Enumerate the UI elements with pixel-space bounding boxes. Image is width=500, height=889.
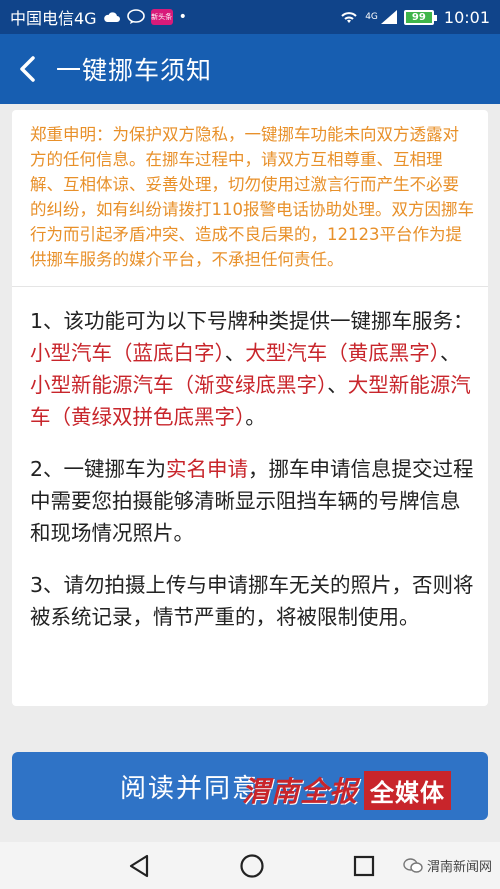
status-bar: 中国电信4G 新头条 • 4G 99 10:01 xyxy=(0,0,500,34)
nav-bar: 渭南新闻网 xyxy=(0,842,500,889)
separator: 、 xyxy=(440,341,461,365)
plate-type-large: 大型汽车（黄底黑字） xyxy=(245,341,440,365)
watermark-logo: 渭南全报 全媒体 xyxy=(242,770,452,810)
back-button[interactable] xyxy=(0,34,56,104)
page-title: 一键挪车须知 xyxy=(56,56,213,85)
separator: 、 xyxy=(224,341,246,365)
rule-1-suffix: 。 xyxy=(245,405,266,429)
divider xyxy=(12,286,488,287)
network-type-label: 4G xyxy=(365,12,378,22)
rule-2: 2、一键挪车为实名申请，挪车申请信息提交过程中需要您拍摄能够清晰显示阻挡车辆的号… xyxy=(30,453,474,549)
wechat-icon xyxy=(403,857,423,873)
square-recent-icon xyxy=(353,855,375,877)
status-left: 中国电信4G 新头条 • xyxy=(10,5,187,29)
carrier-label: 中国电信4G xyxy=(10,9,97,28)
status-right: 4G 99 10:01 xyxy=(339,8,490,27)
real-name-highlight: 实名申请 xyxy=(166,457,249,481)
clock: 10:01 xyxy=(443,7,490,27)
separator: 、 xyxy=(327,373,348,397)
source-watermark: 渭南新闻网 xyxy=(403,856,492,875)
rule-1: 1、该功能可为以下号牌种类提供一键挪车服务：小型汽车（蓝底白字）、大型汽车（黄底… xyxy=(30,305,474,433)
nav-back-button[interactable] xyxy=(123,850,155,882)
nav-home-button[interactable] xyxy=(236,850,268,882)
watermark-box: 全媒体 xyxy=(364,770,452,810)
more-dots-icon: • xyxy=(178,9,187,25)
app-badge-icon: 新头条 xyxy=(150,9,173,25)
watermark-script: 渭南全报 xyxy=(242,775,359,808)
chevron-left-icon xyxy=(20,56,35,82)
wifi-icon xyxy=(339,9,359,25)
rule-1-prefix: 1、该功能可为以下号牌种类提供一键挪车服务： xyxy=(30,309,474,333)
plate-type-small-ev: 小型新能源汽车（渐变绿底黑字） xyxy=(30,373,328,397)
cloud-icon xyxy=(103,10,121,24)
source-label: 渭南新闻网 xyxy=(426,860,492,875)
rule-3: 3、请勿拍摄上传与申请挪车无关的照片，否则将被系统记录，情节严重的，将被限制使用… xyxy=(30,573,474,629)
rule-2-prefix: 2、一键挪车为 xyxy=(30,457,167,481)
battery-icon: 99 xyxy=(403,9,437,25)
plate-type-small: 小型汽车（蓝底白字） xyxy=(30,341,225,365)
disclaimer-text: 郑重申明：为保护双方隐私，一键挪车功能未向双方透露对方的任何信息。在挪车过程中，… xyxy=(30,125,474,269)
battery-level: 99 xyxy=(411,11,426,23)
app-bar: 一键挪车须知 xyxy=(0,34,500,104)
notice-card[interactable]: 郑重申明：为保护双方隐私，一键挪车功能未向双方透露对方的任何信息。在挪车过程中，… xyxy=(12,110,488,706)
triangle-back-icon xyxy=(129,854,149,878)
nav-recent-button[interactable] xyxy=(348,850,380,882)
chat-icon xyxy=(126,9,145,25)
read-agree-label: 阅读并同意 xyxy=(119,773,260,804)
circle-home-icon xyxy=(240,854,264,878)
signal-icon xyxy=(380,9,398,25)
